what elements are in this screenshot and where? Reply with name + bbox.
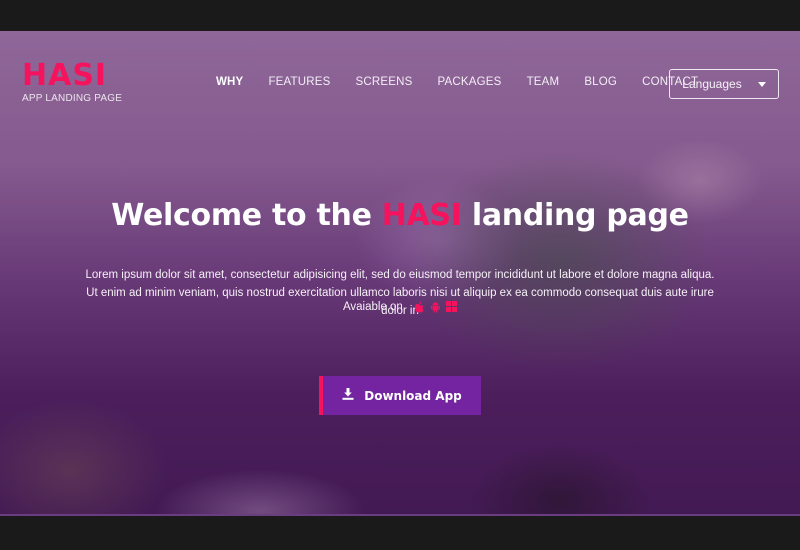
headline-post: landing page	[471, 198, 689, 233]
available-label: Avaiable on	[342, 301, 403, 314]
bottom-divider	[0, 514, 800, 516]
hero-headline: Welcome to the HASI landing page	[0, 198, 800, 233]
apple-icon[interactable]	[414, 301, 425, 313]
download-app-button[interactable]: Download App	[319, 376, 481, 415]
download-icon	[342, 388, 354, 403]
available-on: Avaiable on	[0, 301, 800, 313]
hero-section: HASI APP LANDING PAGE WHY FEATURES SCREE…	[0, 31, 800, 516]
nav-item-features[interactable]: FEATURES	[268, 76, 330, 88]
nav-item-why[interactable]: WHY	[216, 76, 243, 88]
logo-subtitle: APP LANDING PAGE	[22, 93, 123, 104]
languages-label: Languages	[682, 77, 742, 91]
nav-item-blog[interactable]: BLOG	[584, 76, 617, 88]
languages-dropdown[interactable]: Languages	[669, 69, 779, 99]
logo-title: HASI	[22, 58, 108, 93]
main-nav: WHY FEATURES SCREENS PACKAGES TEAM BLOG …	[216, 76, 723, 88]
download-label: Download App	[364, 388, 462, 403]
nav-item-screens[interactable]: SCREENS	[356, 76, 413, 88]
nav-item-team[interactable]: TEAM	[527, 76, 560, 88]
nav-item-packages[interactable]: PACKAGES	[438, 76, 502, 88]
headline-pre: Welcome to the	[111, 198, 372, 233]
logo[interactable]: HASI APP LANDING PAGE	[22, 58, 123, 105]
android-icon[interactable]	[430, 301, 441, 313]
headline-brand: HASI	[381, 198, 462, 233]
windows-icon[interactable]	[446, 301, 458, 313]
caret-down-icon	[757, 81, 766, 87]
